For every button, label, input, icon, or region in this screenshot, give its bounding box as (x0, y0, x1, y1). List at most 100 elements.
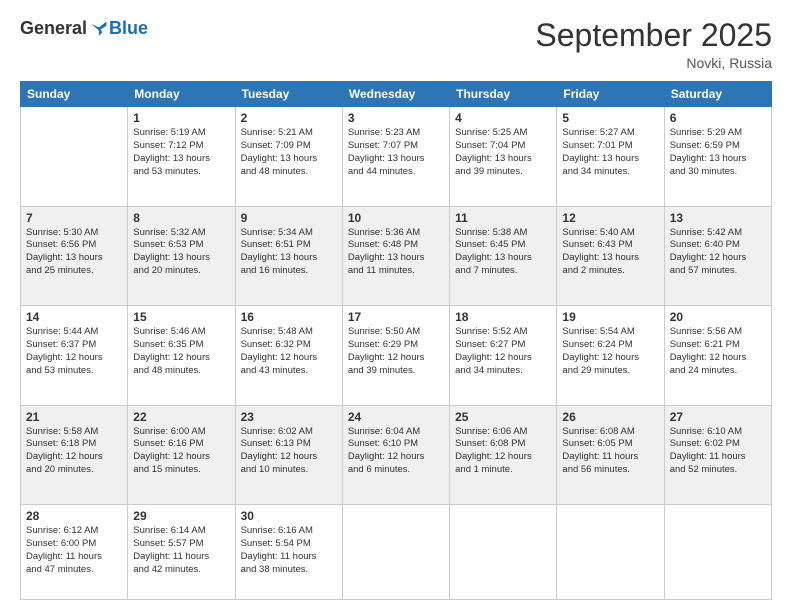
day-info: Sunrise: 6:02 AM (241, 426, 337, 439)
day-info: Daylight: 13 hours (133, 153, 229, 166)
day-info: Daylight: 12 hours (241, 451, 337, 464)
day-info: and 29 minutes. (562, 365, 658, 378)
day-info: Daylight: 12 hours (455, 451, 551, 464)
calendar-cell: 19Sunrise: 5:54 AMSunset: 6:24 PMDayligh… (557, 306, 664, 405)
day-info: and 57 minutes. (670, 265, 766, 278)
day-info: Sunset: 7:09 PM (241, 140, 337, 153)
day-info: Sunset: 6:10 PM (348, 438, 444, 451)
day-info: Daylight: 12 hours (133, 352, 229, 365)
day-info: and 20 minutes. (26, 464, 122, 477)
day-number: 7 (26, 211, 122, 225)
day-info: Sunrise: 5:23 AM (348, 127, 444, 140)
day-info: Sunrise: 6:06 AM (455, 426, 551, 439)
day-info: Sunrise: 6:12 AM (26, 525, 122, 538)
day-info: and 48 minutes. (241, 166, 337, 179)
day-info: Sunrise: 5:46 AM (133, 326, 229, 339)
calendar-cell: 30Sunrise: 6:16 AMSunset: 5:54 PMDayligh… (235, 505, 342, 600)
day-info: Sunset: 6:13 PM (241, 438, 337, 451)
day-info: Daylight: 11 hours (133, 551, 229, 564)
day-info: and 56 minutes. (562, 464, 658, 477)
day-info: Sunrise: 5:32 AM (133, 227, 229, 240)
calendar-table: SundayMondayTuesdayWednesdayThursdayFrid… (20, 81, 772, 600)
day-info: Daylight: 11 hours (26, 551, 122, 564)
day-info: and 48 minutes. (133, 365, 229, 378)
calendar-cell: 24Sunrise: 6:04 AMSunset: 6:10 PMDayligh… (342, 405, 449, 504)
calendar-cell: 18Sunrise: 5:52 AMSunset: 6:27 PMDayligh… (450, 306, 557, 405)
logo-general: General (20, 18, 87, 39)
day-info: Sunset: 7:04 PM (455, 140, 551, 153)
day-number: 17 (348, 310, 444, 324)
day-info: Sunrise: 5:29 AM (670, 127, 766, 140)
day-info: and 1 minute. (455, 464, 551, 477)
logo-blue: Blue (109, 18, 148, 39)
day-info: and 39 minutes. (348, 365, 444, 378)
day-info: and 53 minutes. (133, 166, 229, 179)
day-number: 19 (562, 310, 658, 324)
calendar-cell: 10Sunrise: 5:36 AMSunset: 6:48 PMDayligh… (342, 206, 449, 305)
day-number: 6 (670, 111, 766, 125)
calendar-row: 28Sunrise: 6:12 AMSunset: 6:00 PMDayligh… (21, 505, 772, 600)
day-number: 22 (133, 410, 229, 424)
day-number: 10 (348, 211, 444, 225)
calendar-row: 14Sunrise: 5:44 AMSunset: 6:37 PMDayligh… (21, 306, 772, 405)
logo: General Blue (20, 18, 148, 39)
calendar-cell: 13Sunrise: 5:42 AMSunset: 6:40 PMDayligh… (664, 206, 771, 305)
calendar-row: 7Sunrise: 5:30 AMSunset: 6:56 PMDaylight… (21, 206, 772, 305)
day-number: 8 (133, 211, 229, 225)
day-info: Sunset: 6:18 PM (26, 438, 122, 451)
day-info: Sunrise: 5:54 AM (562, 326, 658, 339)
day-info: Daylight: 13 hours (455, 252, 551, 265)
day-info: Daylight: 12 hours (348, 451, 444, 464)
day-info: Sunset: 6:56 PM (26, 239, 122, 252)
day-info: and 20 minutes. (133, 265, 229, 278)
day-info: and 6 minutes. (348, 464, 444, 477)
day-info: Daylight: 11 hours (562, 451, 658, 464)
calendar-cell: 8Sunrise: 5:32 AMSunset: 6:53 PMDaylight… (128, 206, 235, 305)
day-info: Daylight: 13 hours (26, 252, 122, 265)
day-info: Sunset: 6:05 PM (562, 438, 658, 451)
day-info: and 53 minutes. (26, 365, 122, 378)
day-info: Daylight: 12 hours (562, 352, 658, 365)
day-info: Daylight: 13 hours (241, 153, 337, 166)
day-info: Sunrise: 5:36 AM (348, 227, 444, 240)
day-number: 26 (562, 410, 658, 424)
day-info: Sunrise: 6:08 AM (562, 426, 658, 439)
day-info: Sunrise: 5:56 AM (670, 326, 766, 339)
calendar-cell (342, 505, 449, 600)
day-info: and 38 minutes. (241, 564, 337, 577)
day-info: Sunrise: 5:19 AM (133, 127, 229, 140)
calendar-cell: 20Sunrise: 5:56 AMSunset: 6:21 PMDayligh… (664, 306, 771, 405)
day-info: and 11 minutes. (348, 265, 444, 278)
header-day: Saturday (664, 82, 771, 107)
calendar-cell (557, 505, 664, 600)
day-number: 30 (241, 509, 337, 523)
day-info: Sunset: 6:02 PM (670, 438, 766, 451)
day-info: and 15 minutes. (133, 464, 229, 477)
calendar-cell: 6Sunrise: 5:29 AMSunset: 6:59 PMDaylight… (664, 107, 771, 206)
day-info: and 16 minutes. (241, 265, 337, 278)
day-info: Sunrise: 5:42 AM (670, 227, 766, 240)
day-number: 29 (133, 509, 229, 523)
day-info: Daylight: 12 hours (670, 252, 766, 265)
day-number: 18 (455, 310, 551, 324)
day-number: 27 (670, 410, 766, 424)
title-block: September 2025 Novki, Russia (535, 18, 772, 71)
day-info: and 24 minutes. (670, 365, 766, 378)
header-day: Tuesday (235, 82, 342, 107)
calendar-row: 21Sunrise: 5:58 AMSunset: 6:18 PMDayligh… (21, 405, 772, 504)
calendar-cell: 12Sunrise: 5:40 AMSunset: 6:43 PMDayligh… (557, 206, 664, 305)
day-info: and 42 minutes. (133, 564, 229, 577)
day-info: Sunrise: 5:50 AM (348, 326, 444, 339)
day-number: 23 (241, 410, 337, 424)
day-info: Daylight: 13 hours (562, 252, 658, 265)
day-info: Sunset: 5:57 PM (133, 538, 229, 551)
day-info: Sunset: 7:07 PM (348, 140, 444, 153)
day-info: Daylight: 12 hours (133, 451, 229, 464)
day-info: Sunset: 6:40 PM (670, 239, 766, 252)
calendar-cell: 1Sunrise: 5:19 AMSunset: 7:12 PMDaylight… (128, 107, 235, 206)
day-info: Daylight: 13 hours (348, 153, 444, 166)
day-info: Sunset: 6:43 PM (562, 239, 658, 252)
calendar-cell: 16Sunrise: 5:48 AMSunset: 6:32 PMDayligh… (235, 306, 342, 405)
day-info: Sunrise: 5:58 AM (26, 426, 122, 439)
day-info: Daylight: 12 hours (26, 451, 122, 464)
